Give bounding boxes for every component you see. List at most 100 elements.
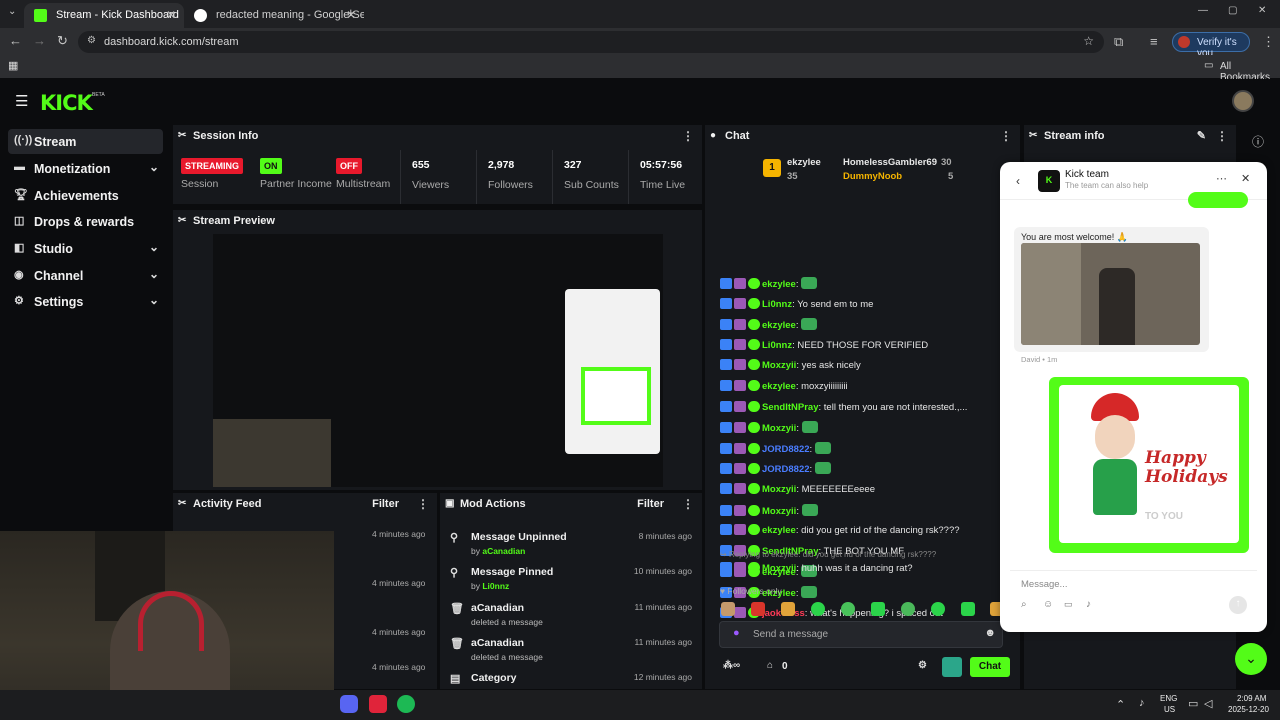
emoji-icon[interactable]: ☺ (1043, 599, 1053, 610)
close-icon[interactable]: ✕ (1241, 172, 1250, 185)
emote-icon[interactable] (871, 602, 885, 616)
chat-username[interactable]: Moxzyii (762, 563, 796, 574)
gif-icon[interactable]: ▭ (1064, 599, 1073, 610)
chat-message[interactable]: SendItNPray: tell them you are not inter… (720, 401, 967, 413)
mic-tray-icon[interactable]: ♪ (1139, 697, 1145, 709)
sidebar-item-stream[interactable]: ((·)) Stream (8, 129, 163, 154)
clock-time[interactable]: 2:09 AM (1237, 694, 1266, 703)
chat-username[interactable]: Moxzyii (762, 423, 796, 434)
mod-action-row[interactable]: ⚲ Message Unpinned by aCanadian 8 minute… (450, 529, 696, 564)
bookmark-star-icon[interactable]: ☆ (1083, 34, 1094, 48)
support-message-input[interactable]: Message... ⌕ ☺ ▭ ♪ ↑ (1010, 570, 1257, 620)
info-icon[interactable]: ⓘ (1252, 133, 1264, 150)
close-tab-icon[interactable]: ✕ (166, 8, 176, 22)
chat-username[interactable]: Li0nnz (762, 340, 792, 351)
user-avatar[interactable] (1232, 90, 1254, 112)
back-icon[interactable]: ‹ (1016, 174, 1020, 188)
tab-search-icon[interactable]: ⌄ (8, 6, 16, 17)
quick-emote-button[interactable] (942, 657, 962, 677)
extensions-icon[interactable]: ⧉ (1114, 34, 1123, 50)
stream-video[interactable] (213, 234, 663, 487)
filter-button[interactable]: Filter (372, 498, 399, 510)
emote-icon[interactable] (721, 602, 735, 616)
emote-icon[interactable] (841, 602, 855, 616)
mod-action-row[interactable]: 🗑︎ aCanadian deleted a message 11 minute… (450, 635, 696, 670)
sidebar-item-settings[interactable]: ⚙ Settings ⌄ (8, 289, 163, 314)
chat-username[interactable]: Li0nnz (762, 299, 792, 310)
discord-icon[interactable] (340, 695, 358, 713)
volume-icon[interactable]: ◁ (1204, 697, 1212, 710)
sidebar-item-studio[interactable]: ◧ Studio ⌄ (8, 236, 163, 261)
filter-button[interactable]: Filter (637, 498, 664, 510)
agent-gif[interactable] (1021, 243, 1200, 345)
more-options-icon[interactable]: ⋯ (1216, 172, 1227, 185)
hamburger-menu-icon[interactable]: ☰ (15, 92, 28, 110)
close-window-icon[interactable]: ✕ (1258, 5, 1266, 16)
mod-action-row[interactable]: 🗑︎ aCanadian deleted a message 11 minute… (450, 600, 696, 635)
forward-icon[interactable]: → (33, 33, 46, 48)
spotify-icon[interactable] (397, 695, 415, 713)
emote-icon[interactable] (751, 602, 765, 616)
infinity-icon[interactable]: ⁂∞ (723, 660, 740, 671)
scroll-down-button[interactable]: ⌄ (1235, 643, 1267, 675)
chat-message[interactable]: ekzylee: (720, 277, 818, 290)
mic-icon[interactable]: ● (733, 627, 740, 639)
send-icon[interactable]: ↑ (1229, 596, 1247, 614)
emoji-icon[interactable]: ☻ (984, 627, 996, 639)
media-icon[interactable]: ≡ (1150, 34, 1158, 49)
app-icon-red[interactable] (369, 695, 387, 713)
chat-message[interactable]: ekzylee: (720, 318, 818, 331)
chat-message[interactable]: ekzylee: moxzyiiiiiiiii (720, 380, 848, 392)
more-options-icon[interactable]: ⋮ (417, 497, 429, 511)
send-chat-button[interactable]: Chat (970, 657, 1010, 677)
chat-message[interactable]: Li0nnz: NEED THOSE FOR VERIFIED (720, 339, 928, 351)
more-options-icon[interactable]: ⋮ (1000, 129, 1012, 143)
chat-message[interactable]: Moxzyii: yes ask nicely (720, 359, 861, 371)
sidebar-item-channel[interactable]: ◉ Channel ⌄ (8, 263, 163, 288)
chat-message[interactable]: JORD8822: (720, 462, 831, 475)
chat-message[interactable]: Moxzyii: (720, 504, 818, 517)
maximize-icon[interactable]: ▢ (1228, 5, 1237, 16)
more-options-icon[interactable]: ⋮ (682, 497, 694, 511)
chat-username[interactable]: JORD8822 (762, 444, 810, 455)
more-options-icon[interactable]: ⋮ (1216, 129, 1228, 143)
chat-username[interactable]: ekzylee (762, 320, 796, 331)
language-indicator[interactable]: ENG (1160, 694, 1177, 703)
holiday-card[interactable]: Happy Holidays TO YOU (1049, 377, 1249, 553)
mod-action-row[interactable]: ⚲ Message Pinned by Li0nnz 10 minutes ag… (450, 564, 696, 599)
tab-google-search[interactable]: redacted meaning - Google Se ✕ (184, 3, 364, 28)
chat-username[interactable]: SendItNPray (762, 402, 819, 413)
url-input[interactable]: ⚙ dashboard.kick.com/stream ☆ (78, 31, 1104, 53)
more-options-icon[interactable]: ⋮ (682, 129, 694, 143)
chat-username[interactable]: Moxzyii (762, 484, 796, 495)
chat-username[interactable]: ekzylee (762, 525, 796, 536)
site-info-icon[interactable]: ⚙ (87, 35, 96, 46)
sidebar-item-achievements[interactable]: 🏆︎ Achievements (8, 183, 163, 208)
chat-message[interactable]: JORD8822: (720, 442, 831, 455)
network-icon[interactable]: ▭ (1188, 697, 1198, 710)
reload-icon[interactable]: ↻ (57, 33, 68, 49)
emote-icon[interactable] (931, 602, 945, 616)
sidebar-item-monetization[interactable]: ▬ Monetization ⌄ (8, 156, 163, 181)
tab-kick-dashboard[interactable]: Stream - Kick Dashboard ✕ (24, 3, 184, 28)
kick-logo[interactable]: KICK (40, 91, 93, 115)
mod-action-row[interactable]: ▤ Category 12 minutes ago (450, 670, 696, 689)
chat-username[interactable]: ekzylee (762, 381, 796, 392)
new-tab-icon[interactable]: + (347, 5, 355, 20)
settings-icon[interactable]: ⚙ (918, 660, 927, 671)
tray-chevron-icon[interactable]: ⌃ (1116, 698, 1125, 711)
chat-message[interactable]: Li0nnz: Yo send em to me (720, 298, 873, 310)
chat-message[interactable]: ekzylee: did you get rid of the dancing … (720, 524, 960, 536)
sidebar-item-drops[interactable]: ◫ Drops & rewards (8, 209, 163, 234)
chat-input[interactable]: ● Send a message ☻ (719, 621, 1003, 648)
chat-username[interactable]: JORD8822 (762, 464, 810, 475)
verify-account-button[interactable]: Verify it's you (1172, 32, 1250, 59)
apps-grid-icon[interactable]: ▦ (8, 59, 18, 72)
minimize-icon[interactable]: — (1198, 5, 1208, 16)
browser-menu-icon[interactable]: ⋮ (1262, 34, 1275, 50)
mic-icon[interactable]: ♪ (1086, 599, 1091, 610)
chat-username[interactable]: ekzylee (762, 279, 796, 290)
chat-message[interactable]: Moxzyii: huhh was it a dancing rat? (720, 562, 913, 574)
back-icon[interactable]: ← (9, 33, 22, 48)
attach-icon[interactable]: ⌕ (1021, 599, 1027, 610)
